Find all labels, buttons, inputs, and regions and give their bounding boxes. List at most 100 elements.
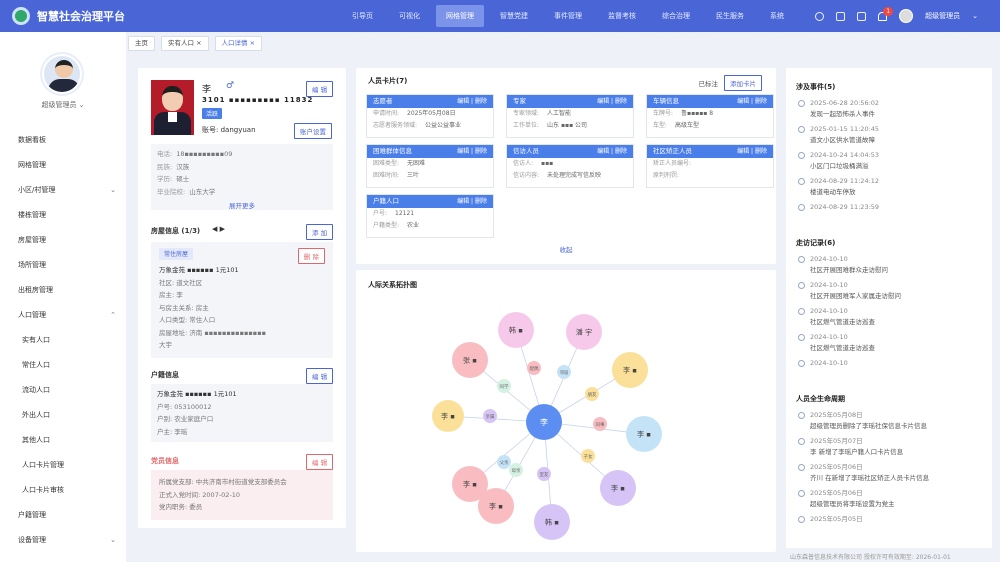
house-row: 人口类型: 常住人口 bbox=[159, 316, 216, 324]
edit-huji-button[interactable]: 编 辑 bbox=[306, 368, 334, 384]
nav-item[interactable]: 监督考核 bbox=[598, 5, 646, 27]
add-house-button[interactable]: 添 加 bbox=[306, 224, 334, 240]
timeline-item[interactable]: 2024-10-10 社区开展困难群众走访慰问 bbox=[798, 254, 978, 276]
sidebar-item[interactable]: 小区/村管理 ⌄ bbox=[0, 178, 126, 203]
sidebar-item[interactable]: 外出人口 bbox=[0, 403, 126, 428]
huji-info: 万象金苑 ▪▪▪▪▪▪ 1元101 户号: 053100012 户别: 农业家庭… bbox=[151, 384, 333, 442]
sidebar-item[interactable]: 网格管理 bbox=[0, 153, 126, 178]
timeline-item[interactable]: 2024-10-10 社区燃气管道走访巡查 bbox=[798, 306, 978, 328]
person-card[interactable]: 户籍人口 编辑 | 删除 户号: 12121 户籍类型: 农业 bbox=[366, 194, 494, 238]
delete-card-link[interactable]: 删除 bbox=[755, 148, 767, 155]
timeline-item[interactable]: 2025年05月08日 超级管理员删除了李瑶社保信息卡片信息 bbox=[798, 410, 978, 432]
pager[interactable]: ◀ ▶ bbox=[212, 225, 225, 233]
person-card[interactable]: 志愿者 编辑 | 删除 申请时间: 2025年05月08日 志愿者服务领域: 公益公益事业 bbox=[366, 94, 494, 138]
card-title: 困难群体信息 bbox=[373, 147, 412, 155]
sidebar-item[interactable]: 户籍管理 bbox=[0, 503, 126, 528]
person-card[interactable]: 社区矫正人员 编辑 | 删除 矫正人员编号: 原判刑罚: bbox=[646, 144, 774, 188]
edit-card-link[interactable]: 编辑 bbox=[597, 98, 609, 105]
timeline-content: 社区开展困难群众走访慰问 bbox=[810, 266, 888, 274]
delete-card-link[interactable]: 删除 bbox=[475, 98, 487, 105]
sidebar-item[interactable]: 流动人口 bbox=[0, 378, 126, 403]
sidebar-item[interactable]: 楼栋管理 bbox=[0, 203, 126, 228]
nav-item[interactable]: 系统 bbox=[760, 5, 794, 27]
sidebar-item-label: 流动人口 bbox=[22, 386, 50, 394]
tab-home[interactable]: 主页 bbox=[128, 35, 155, 51]
relationship-graph[interactable]: 配偶邻居同学朋友亲属同事父亲母亲子女室友韩 ▪ 潘 宇张 ▪李 ▪李 ▪李 ▪李 … bbox=[356, 270, 776, 552]
edit-party-button[interactable]: 编 辑 bbox=[306, 454, 334, 470]
edit-card-link[interactable]: 编辑 bbox=[457, 198, 469, 205]
male-icon: ♂ bbox=[226, 81, 235, 91]
timeline-item[interactable]: 2025年05月06日 超级管理员将李瑶设置为党主 bbox=[798, 488, 978, 510]
tab-population[interactable]: 实有人口 × bbox=[161, 35, 209, 51]
nav-item[interactable]: 可视化 bbox=[389, 5, 430, 27]
nav-item[interactable]: 综合治理 bbox=[652, 5, 700, 27]
edit-profile-button[interactable]: 编 辑 bbox=[306, 81, 334, 97]
nav-item[interactable]: 民生服务 bbox=[706, 5, 754, 27]
person-card[interactable]: 信访人员 编辑 | 删除 信访人: ▪▪▪ 信访内容: 未处理完成写信反映 bbox=[506, 144, 634, 188]
delete-card-link[interactable]: 删除 bbox=[475, 148, 487, 155]
timeline-item[interactable]: 2024-10-10 社区开展困难军人家属走访慰问 bbox=[798, 280, 978, 302]
sidebar-avatar[interactable] bbox=[42, 54, 82, 94]
timeline-item[interactable]: 2025年05月05日 bbox=[798, 514, 978, 525]
timeline-item[interactable]: 2024-10-24 14:04:53 小区门口垃圾桶满溢 bbox=[798, 150, 978, 172]
person-card[interactable]: 专家 编辑 | 删除 专家领域: 人工智能 工作单位: 山东 ▪▪▪ 公司 bbox=[506, 94, 634, 138]
delete-card-link[interactable]: 删除 bbox=[615, 98, 627, 105]
sidebar-item[interactable]: 常住人口 bbox=[0, 353, 126, 378]
timeline-item[interactable]: 2025-01-15 11:20:45 道文小区供水管道故障 bbox=[798, 124, 978, 146]
user-avatar[interactable] bbox=[899, 9, 914, 23]
sidebar-item[interactable]: 房屋管理 bbox=[0, 228, 126, 253]
tab-detail[interactable]: 人口详情 × bbox=[214, 35, 263, 51]
add-card-button[interactable]: 添加卡片 bbox=[724, 75, 762, 91]
person-card[interactable]: 车辆信息 编辑 | 删除 车牌号: 鲁▪▪▪▪▪ 8 车型: 高级车型 bbox=[646, 94, 774, 138]
sidebar-user[interactable]: 超级管理员 ⌄ bbox=[0, 100, 126, 110]
timeline-item[interactable]: 2025-06-28 20:56:02 发现一起恐怖杀人事件 bbox=[798, 98, 978, 120]
app-logo[interactable]: 智慧社会治理平台 bbox=[12, 7, 342, 25]
timeline-item[interactable]: 2024-10-10 bbox=[798, 358, 978, 369]
sidebar-item[interactable]: 数据看板 bbox=[0, 128, 126, 153]
fullscreen-icon[interactable] bbox=[857, 11, 867, 21]
delete-house-button[interactable]: 删 除 bbox=[297, 248, 325, 264]
sidebar-item[interactable]: 设备管理 ⌄ bbox=[0, 528, 126, 553]
flag-label[interactable]: 已标注 bbox=[699, 78, 719, 88]
lifecycle-timeline: 2025年05月08日 超级管理员删除了李瑶社保信息卡片信息 2025年05月07日… bbox=[798, 410, 978, 540]
delete-card-link[interactable]: 删除 bbox=[615, 148, 627, 155]
mobile-icon[interactable] bbox=[836, 11, 846, 21]
bell-icon[interactable]: 1 bbox=[878, 6, 894, 21]
refresh-icon[interactable] bbox=[815, 11, 825, 21]
edit-card-link[interactable]: 编辑 bbox=[457, 98, 469, 105]
edit-card-link[interactable]: 编辑 bbox=[597, 148, 609, 155]
edit-card-link[interactable]: 编辑 bbox=[457, 148, 469, 155]
timeline-item[interactable]: 2024-08-29 11:23:59 bbox=[798, 202, 978, 213]
sidebar-item[interactable]: 实有人口 bbox=[0, 328, 126, 353]
visits-title: 走访记录(6) bbox=[796, 239, 836, 247]
collapse-link[interactable]: 收起 bbox=[356, 244, 776, 254]
sidebar-item[interactable]: 场所管理 bbox=[0, 253, 126, 278]
delete-card-link[interactable]: 删除 bbox=[755, 98, 767, 105]
huji-row: 户别: 农业家庭户口 bbox=[157, 415, 214, 423]
nav-item[interactable]: 智慧党建 bbox=[490, 5, 538, 27]
tab-bar: 主页 实有人口 × 人口详情 × bbox=[128, 34, 1000, 52]
expand-more-link[interactable]: 展开更多 bbox=[157, 200, 327, 210]
edit-card-link[interactable]: 编辑 bbox=[737, 148, 749, 155]
timeline-item[interactable]: 2025年05月07日李 新增了李瑶户籍人口卡片信息 bbox=[798, 436, 978, 458]
sidebar-item[interactable]: 人口管理 ⌃ bbox=[0, 303, 126, 328]
timeline-item[interactable]: 2024-08-29 11:24:12 楼道电动车停放 bbox=[798, 176, 978, 198]
card-row: 户号: 12121 bbox=[373, 210, 415, 217]
person-card[interactable]: 困难群体信息 编辑 | 删除 困难类型: 无困难 困难时间: 三叶 bbox=[366, 144, 494, 188]
timeline-item[interactable]: 2025年05月06日 齐川 在新增了李瑶社区矫正人员卡片信息 bbox=[798, 462, 978, 484]
user-name[interactable]: 超级管理员 bbox=[925, 11, 960, 21]
sidebar-item[interactable]: 出租房管理 bbox=[0, 278, 126, 303]
edit-card-link[interactable]: 编辑 bbox=[737, 98, 749, 105]
nav-item-active[interactable]: 网格管理 bbox=[436, 5, 484, 27]
sidebar-item[interactable]: 人口卡片管理 bbox=[0, 453, 126, 478]
card-row: 困难时间: 三叶 bbox=[373, 171, 420, 179]
nav-item[interactable]: 事件管理 bbox=[544, 5, 592, 27]
account-settings-button[interactable]: 账户设置 bbox=[294, 123, 332, 139]
sidebar-item[interactable]: 其他人口 bbox=[0, 428, 126, 453]
timeline-item[interactable]: 2024-10-10 社区燃气管道走访巡查 bbox=[798, 332, 978, 354]
nav-item[interactable]: 引导页 bbox=[342, 5, 383, 27]
sidebar-item[interactable]: 人口卡片审核 bbox=[0, 478, 126, 503]
chevron-down-icon[interactable]: ⌄ bbox=[972, 12, 978, 20]
house-row: 房屋地址: 济南 ▪▪▪▪▪▪▪▪▪▪▪▪▪▪ bbox=[159, 328, 267, 337]
delete-card-link[interactable]: 删除 bbox=[475, 198, 487, 205]
